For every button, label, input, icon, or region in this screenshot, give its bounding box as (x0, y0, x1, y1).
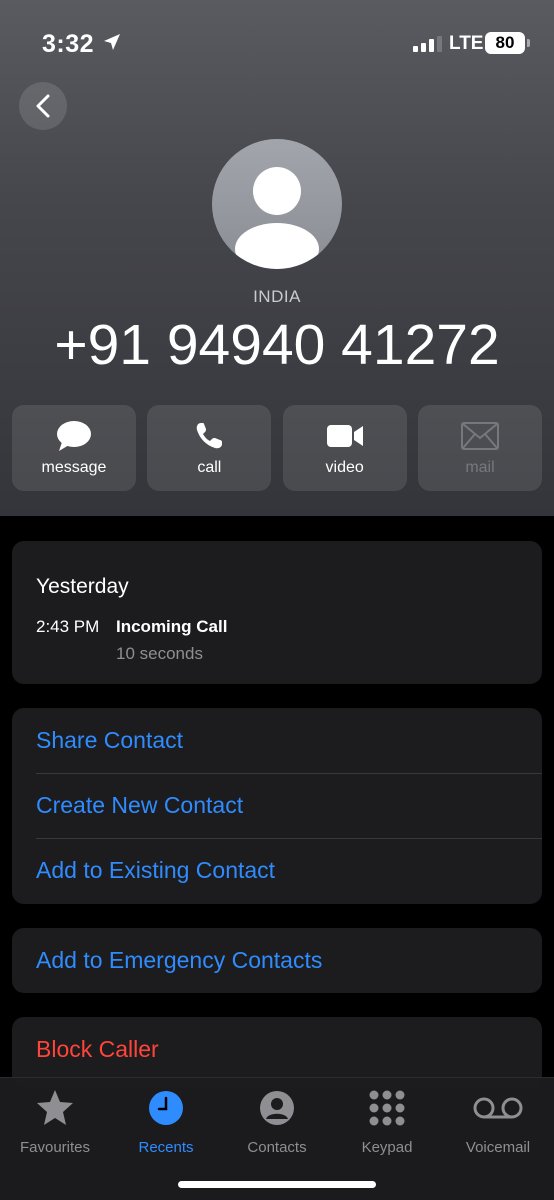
back-button[interactable] (19, 82, 67, 130)
message-button[interactable]: message (12, 405, 136, 491)
share-contact-button[interactable]: Share Contact (12, 708, 542, 773)
person-circle-icon (260, 1091, 294, 1125)
call-duration: 10 seconds (116, 644, 203, 663)
add-to-existing-contact-button[interactable]: Add to Existing Contact (12, 838, 542, 903)
tab-voicemail-label: Voicemail (465, 1139, 531, 1156)
tab-keypad-label: Keypad (361, 1139, 413, 1156)
tab-voicemail[interactable]: Voicemail (443, 1088, 553, 1156)
battery-cap (527, 39, 530, 47)
contact-country: INDIA (253, 287, 301, 306)
contact-header: 3:32 LTE 80 INDIA +91 94940 41272 messag… (0, 0, 554, 516)
message-label: message (41, 459, 107, 476)
block-caller-button[interactable]: Block Caller (12, 1017, 542, 1082)
home-indicator[interactable] (178, 1181, 376, 1188)
chevron-left-icon (36, 94, 50, 118)
contact-number: +91 94940 41272 (54, 313, 500, 377)
contact-avatar (212, 139, 342, 269)
tab-favourites-label: Favourites (19, 1139, 91, 1156)
cellular-signal-icon (413, 36, 443, 57)
add-to-emergency-contacts-button[interactable]: Add to Emergency Contacts (12, 928, 542, 993)
battery-icon: 80 (485, 32, 525, 54)
clock-icon (149, 1091, 183, 1125)
tab-contacts[interactable]: Contacts (222, 1088, 332, 1156)
star-icon (37, 1090, 73, 1125)
call-history-card: Yesterday 2:43 PM Incoming Call 10 secon… (12, 541, 542, 684)
contact-options-card: Share Contact Create New Contact Add to … (12, 708, 542, 904)
location-arrow-icon (102, 32, 122, 57)
quick-actions: message call video mail (12, 405, 542, 491)
call-type: Incoming Call (116, 617, 228, 636)
call-label: call (197, 459, 222, 476)
person-silhouette-icon (235, 167, 319, 269)
phone-icon (197, 423, 223, 449)
tab-contacts-label: Contacts (247, 1139, 307, 1156)
message-bubble-icon (57, 421, 91, 451)
status-bar: 3:32 LTE 80 (0, 28, 554, 62)
create-new-contact-button[interactable]: Create New Contact (12, 773, 542, 838)
video-camera-icon (326, 425, 363, 447)
envelope-icon (460, 422, 499, 450)
voicemail-icon (473, 1097, 523, 1119)
network-type: LTE (449, 33, 484, 54)
mail-button[interactable]: mail (417, 405, 542, 491)
call-history-day: Yesterday (36, 575, 129, 598)
emergency-card: Add to Emergency Contacts (12, 928, 542, 993)
tab-favourites[interactable]: Favourites (0, 1088, 110, 1156)
keypad-grid-icon (369, 1090, 405, 1126)
tab-recents-label: Recents (138, 1139, 194, 1156)
mail-label: mail (465, 459, 495, 476)
tab-keypad[interactable]: Keypad (332, 1088, 442, 1156)
call-button[interactable]: call (147, 405, 272, 491)
video-button[interactable]: video (282, 405, 407, 491)
video-label: video (325, 459, 364, 476)
call-time: 2:43 PM (36, 617, 100, 636)
tab-recents[interactable]: Recents (111, 1088, 221, 1156)
status-time: 3:32 (42, 30, 95, 58)
